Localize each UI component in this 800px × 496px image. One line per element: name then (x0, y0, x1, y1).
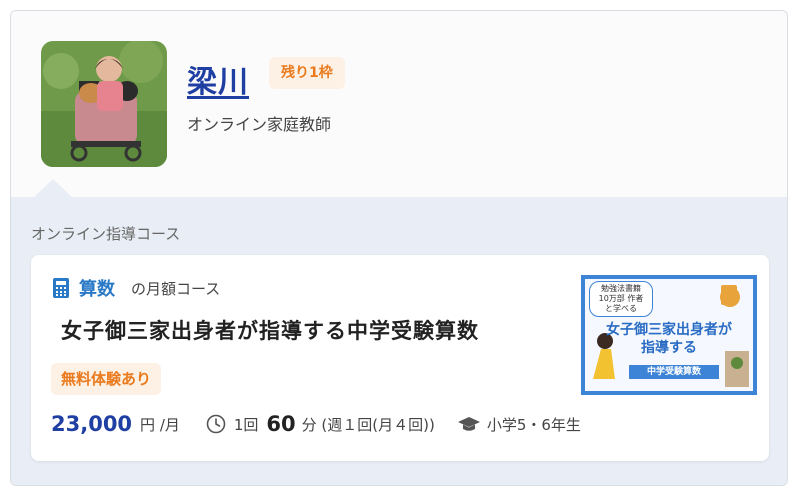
thumbnail-tag: 勉強法書籍10万部 作者と学べる (589, 281, 653, 317)
course-type-label: の月額コース (131, 279, 221, 298)
remaining-slots-badge: 残り1枠 (269, 57, 345, 89)
free-trial-badge: 無料体験あり (51, 363, 162, 395)
calculator-icon (53, 278, 69, 298)
thumbnail-title: 女子御三家出身者が 指導する (585, 321, 753, 357)
pointer-arrow (33, 179, 73, 198)
clock-icon (206, 414, 226, 434)
subject-label: 算数 (79, 279, 115, 300)
section-title: オンライン指導コース (31, 225, 181, 243)
tutor-card: 梁川 残り1枠 オンライン家庭教師 オンライン指導コース 算数 の月額コース 女… (10, 10, 788, 486)
thumbnail-title-line2: 指導する (641, 340, 697, 356)
graduation-cap-icon (457, 414, 481, 434)
tutor-role: オンライン家庭教師 (187, 115, 332, 134)
avatar-photo (41, 41, 167, 167)
course-meta-row: 23,000 円 /月 1回 60 分 (週１回(月４回)) 小学5・6年生 (51, 409, 581, 439)
thumbnail-band: 中学受験算数 (629, 365, 719, 379)
price-unit: 円 /月 (140, 415, 180, 434)
course-thumbnail[interactable]: 勉強法書籍10万部 作者と学べる 女子御三家出身者が 指導する 中学受験算数 (581, 275, 757, 395)
thumbnail-title-line1: 女子御三家出身者が (606, 322, 732, 338)
tutor-name-link[interactable]: 梁川 (187, 57, 249, 101)
lesson-count: 1回 (233, 415, 259, 434)
thumbnail-background: 勉強法書籍10万部 作者と学べる 女子御三家出身者が 指導する 中学受験算数 (585, 279, 753, 391)
duration-value: 60 (266, 412, 296, 436)
grade-label: 小学5・6年生 (486, 415, 581, 434)
subject-row: 算数 の月額コース (53, 275, 220, 301)
course-card[interactable]: 算数 の月額コース 女子御三家出身者が指導する中学受験算数 無料体験あり 23,… (31, 255, 769, 461)
price-value: 23,000 (51, 412, 133, 436)
tutor-avatar[interactable] (41, 41, 167, 167)
duration-detail: 分 (週１回(月４回)) (301, 415, 435, 434)
course-title[interactable]: 女子御三家出身者が指導する中学受験算数 (61, 315, 479, 345)
